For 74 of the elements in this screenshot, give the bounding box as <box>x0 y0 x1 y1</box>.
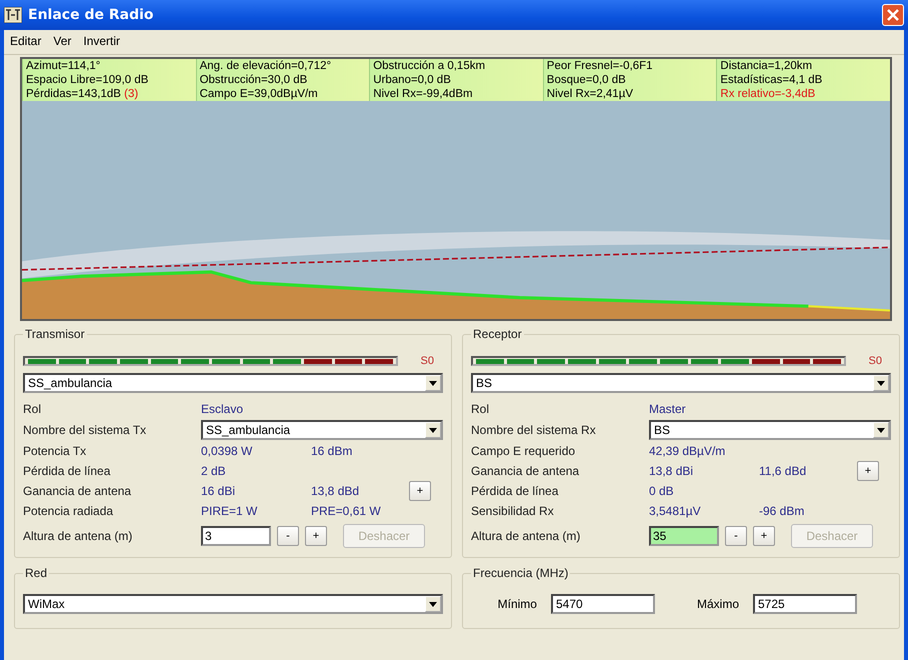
system-dropdown[interactable]: BS <box>649 420 891 440</box>
field-value: Esclavo <box>201 402 244 416</box>
menu-item[interactable]: Editar <box>10 34 42 50</box>
result-cell: Azimut=114,1° <box>22 59 196 73</box>
result-cell: Distancia=1,20km <box>716 59 890 73</box>
result-cell: Urbano=0,0 dB <box>369 73 543 87</box>
field-label: Altura de antena (m) <box>23 529 134 543</box>
close-icon <box>887 9 899 21</box>
network-title: Red <box>24 566 48 580</box>
field-value: PIRE=1 W <box>201 504 258 518</box>
field-label: Rol <box>23 402 42 416</box>
result-cell: Peor Fresnel=-0,6F1 <box>542 59 716 73</box>
result-cell: Campo E=39,0dBµV/m <box>196 87 370 101</box>
result-cell: Espacio Libre=109,0 dB <box>22 73 196 87</box>
field-label: Nombre del sistema Tx <box>23 423 148 437</box>
result-cell: Pérdidas=143,1dB (3) <box>22 87 196 101</box>
step-button[interactable]: - <box>725 526 747 546</box>
field-value: 2 dB <box>201 464 227 478</box>
menu-item[interactable]: Ver <box>53 34 72 50</box>
station-dropdown[interactable]: SS_ambulancia <box>23 373 443 393</box>
app-icon <box>4 7 22 23</box>
field-value: 42,39 dBµV/m <box>649 444 726 458</box>
field-value: 0,0398 W <box>201 444 254 458</box>
menu-item[interactable]: Invertir <box>83 34 120 50</box>
field-label: Potencia Tx <box>23 444 88 458</box>
station-dropdown[interactable]: BS <box>471 373 891 393</box>
field-value: -96 dBm <box>759 504 806 518</box>
field-label: Ganancia de antena <box>23 484 132 498</box>
window-title: Enlace de Radio <box>28 7 155 23</box>
frequency-title: Frecuencia (MHz) <box>472 566 570 580</box>
step-button[interactable]: - <box>277 526 299 546</box>
result-cell: Rx relativo=-3,4dB <box>716 87 890 101</box>
result-cell: Obstrucción a 0,15km <box>369 59 543 73</box>
field-value: 16 dBi <box>201 484 236 498</box>
field-value: Master <box>649 402 687 416</box>
result-cell: Nivel Rx=2,41µV <box>542 87 716 101</box>
step-button[interactable]: + <box>305 526 327 546</box>
field-label: Pérdida de línea <box>471 484 560 498</box>
field-label: Potencia radiada <box>23 504 114 518</box>
result-cell: Bosque=0,0 dB <box>542 73 716 87</box>
plus-button[interactable]: + <box>409 481 431 501</box>
height-field[interactable]: 35 <box>649 526 719 546</box>
frequency-field[interactable]: 5725 <box>753 594 857 614</box>
field-label: Rol <box>471 402 490 416</box>
step-button[interactable]: + <box>753 526 775 546</box>
result-cell: Estadísticas=4,1 dB <box>716 73 890 87</box>
height-field[interactable]: 3 <box>201 526 271 546</box>
meter-reading: S0 <box>868 355 882 367</box>
plus-button[interactable]: + <box>857 461 879 481</box>
network-dropdown[interactable]: WiMax <box>23 594 443 614</box>
frequency-field[interactable]: 5470 <box>550 594 655 614</box>
panel-title: Receptor <box>472 327 523 341</box>
field-value: 0 dB <box>649 484 675 498</box>
field-label: Sensibilidad Rx <box>471 504 555 518</box>
field-value: PRE=0,61 W <box>311 504 382 518</box>
field-label: Campo E requerido <box>471 444 576 458</box>
field-value: 16 dBm <box>311 444 354 458</box>
field-value: 3,5481µV <box>649 504 702 518</box>
field-label: Ganancia de antena <box>471 464 580 478</box>
field-value: 13,8 dBi <box>649 464 694 478</box>
result-cell: Nivel Rx=-99,4dBm <box>369 87 543 101</box>
result-cell: Ang. de elevación=0,712° <box>196 59 370 73</box>
field-label: Pérdida de línea <box>23 464 112 478</box>
field-label: Mínimo <box>498 597 537 611</box>
field-label: Máximo <box>696 597 739 611</box>
close-button[interactable] <box>882 4 904 26</box>
meter-reading: S0 <box>420 355 434 367</box>
field-value: 11,6 dBd <box>759 464 808 478</box>
system-dropdown[interactable]: SS_ambulancia <box>201 420 443 440</box>
result-cell: Obstrucción=30,0 dB <box>196 73 370 87</box>
panel-title: Transmisor <box>24 327 86 341</box>
field-value: 13,8 dBd <box>311 484 360 498</box>
field-label: Nombre del sistema Rx <box>471 423 597 437</box>
field-label: Altura de antena (m) <box>471 529 582 543</box>
